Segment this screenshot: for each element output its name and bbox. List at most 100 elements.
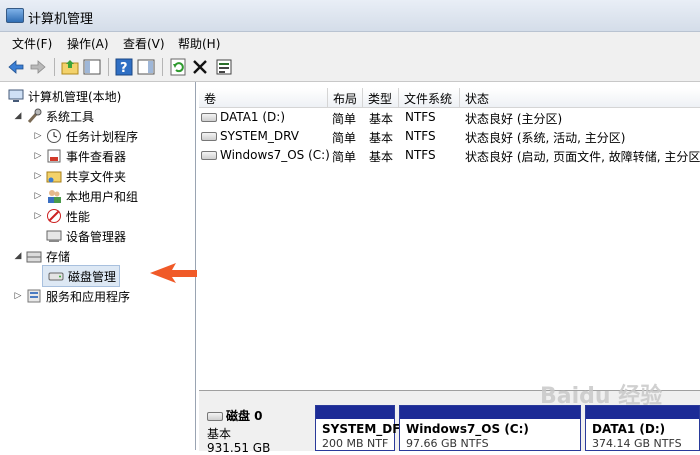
computer-management-icon [6, 8, 24, 23]
tree-label: 性能 [66, 209, 91, 224]
column-header-filesystem[interactable]: 文件系统 [399, 88, 460, 108]
volume-layout: 简单 [332, 112, 357, 126]
event-viewer-icon [46, 148, 62, 164]
svg-text:?: ? [120, 61, 128, 76]
partition-size: 374.14 GB NTFS [592, 437, 682, 450]
tree-label: 本地用户和组 [66, 189, 139, 204]
storage-icon [26, 248, 42, 264]
tree-label: 存储 [46, 249, 71, 264]
partition-d[interactable]: DATA1 (D:) 374.14 GB NTFS [585, 405, 700, 451]
window-title: 计算机管理 [28, 12, 94, 27]
expand-arrow-icon[interactable]: ▷ [32, 151, 44, 161]
tree-item-event-viewer[interactable]: ▷ 事件查看器 [32, 146, 126, 166]
partition-system[interactable]: SYSTEM_DF 200 MB NTF [315, 405, 401, 451]
tree-label: 共享文件夹 [66, 169, 127, 184]
expand-arrow-icon[interactable]: ▷ [32, 131, 44, 141]
clock-icon [46, 128, 62, 144]
collapse-arrow-icon[interactable]: ◢ [12, 111, 24, 121]
column-header-status[interactable]: 状态 [460, 88, 700, 108]
disk-info[interactable]: 磁盘 0 基本 931.51 GB [199, 403, 311, 455]
tree-item-storage[interactable]: ◢ 存储 [12, 246, 70, 266]
back-arrow-icon[interactable] [6, 57, 26, 77]
tree-item-computer-management[interactable]: 计算机管理(本地) [6, 86, 121, 106]
drive-icon [201, 113, 217, 122]
disk-label: 磁盘 0 [226, 409, 263, 423]
disk-management-icon [48, 268, 64, 284]
volume-row[interactable]: SYSTEM_DRV 简单 基本 NTFS 状态良好 (系统, 活动, 主分区) [201, 127, 700, 146]
volume-layout: 简单 [332, 131, 357, 145]
menu-bar: 文件(F) 操作(A) 查看(V) 帮助(H) [0, 32, 700, 53]
properties-icon[interactable] [214, 57, 234, 77]
menu-help[interactable]: 帮助(H) [178, 35, 220, 52]
tree-label: 系统工具 [46, 109, 95, 124]
column-header-type[interactable]: 类型 [363, 88, 399, 108]
tree-item-task-scheduler[interactable]: ▷ 任务计划程序 [32, 126, 138, 146]
volume-name: Windows7_OS (C:) [220, 148, 330, 162]
expand-arrow-icon[interactable]: ▷ [12, 291, 24, 301]
disk-size: 931.51 GB [207, 441, 271, 455]
menu-view[interactable]: 查看(V) [123, 35, 165, 52]
volume-type: 基本 [369, 112, 394, 126]
tree-item-system-tools[interactable]: ◢ 系统工具 [12, 106, 94, 126]
collapse-arrow-icon[interactable]: ◢ [12, 251, 24, 261]
tree-item-services-applications[interactable]: ▷ 服务和应用程序 [12, 286, 130, 306]
toolbar: ? [0, 53, 700, 82]
drive-icon [201, 151, 217, 160]
expand-arrow-icon[interactable]: ▷ [32, 191, 44, 201]
menu-file[interactable]: 文件(F) [12, 35, 52, 52]
expand-arrow-icon[interactable]: ▷ [32, 171, 44, 181]
tools-icon [26, 108, 42, 124]
up-folder-icon[interactable] [60, 57, 80, 77]
performance-icon [46, 208, 62, 224]
tree-label: 磁盘管理 [68, 269, 117, 284]
tree-label: 事件查看器 [66, 149, 127, 164]
tree-label: 服务和应用程序 [46, 289, 131, 304]
tree-label: 计算机管理(本地) [28, 89, 122, 104]
column-header-layout[interactable]: 布局 [328, 88, 363, 108]
volume-fs: NTFS [405, 129, 436, 143]
partition-size: 200 MB NTF [322, 437, 389, 450]
volume-layout: 简单 [332, 150, 357, 164]
partition-c[interactable]: Windows7_OS (C:) 97.66 GB NTFS [399, 405, 581, 451]
volume-type: 基本 [369, 131, 394, 145]
volume-status: 状态良好 (系统, 活动, 主分区) [465, 131, 626, 145]
services-icon [26, 288, 42, 304]
forward-arrow-icon[interactable] [28, 57, 48, 77]
partition-name: Windows7_OS (C:) [406, 422, 529, 436]
delete-x-icon[interactable] [190, 57, 210, 77]
partition-bar [316, 406, 394, 419]
tree-label: 设备管理器 [66, 229, 127, 244]
menu-action[interactable]: 操作(A) [67, 35, 109, 52]
volume-row[interactable]: Windows7_OS (C:) 简单 基本 NTFS 状态良好 (启动, 页面… [201, 146, 700, 165]
partition-size: 97.66 GB NTFS [406, 437, 489, 450]
show-hide-console-tree-icon[interactable] [82, 57, 102, 77]
volume-name: DATA1 (D:) [220, 110, 286, 124]
help-icon[interactable]: ? [114, 57, 134, 77]
volume-fs: NTFS [405, 148, 436, 162]
users-icon [46, 188, 62, 204]
device-manager-icon [46, 228, 62, 244]
partition-name: DATA1 (D:) [592, 422, 666, 436]
drive-icon [201, 132, 217, 141]
tree-item-local-users-groups[interactable]: ▷ 本地用户和组 [32, 186, 138, 206]
volume-status: 状态良好 (启动, 页面文件, 故障转储, 主分区) [465, 150, 700, 164]
title-bar: 计算机管理 [0, 0, 700, 32]
tree-item-disk-management[interactable]: 磁盘管理 [42, 265, 121, 287]
tree-label: 任务计划程序 [66, 129, 139, 144]
disk-type: 基本 [207, 427, 232, 441]
tree-item-device-manager[interactable]: 设备管理器 [44, 226, 126, 246]
tree-item-shared-folders[interactable]: ▷ 共享文件夹 [32, 166, 126, 186]
tree-item-performance[interactable]: ▷ 性能 [32, 206, 90, 226]
volume-type: 基本 [369, 150, 394, 164]
volume-row[interactable]: DATA1 (D:) 简单 基本 NTFS 状态良好 (主分区) [201, 108, 700, 127]
show-action-pane-icon[interactable] [136, 57, 156, 77]
shared-folder-icon [46, 168, 62, 184]
volume-name: SYSTEM_DRV [220, 129, 299, 143]
expand-arrow-icon[interactable]: ▷ [32, 211, 44, 221]
refresh-icon[interactable] [168, 57, 188, 77]
partition-name: SYSTEM_DF [322, 422, 401, 436]
column-header-volume[interactable]: 卷 [199, 88, 328, 108]
baidu-watermark: Baidu 经验 [540, 384, 663, 409]
disk-icon [207, 412, 223, 421]
computer-icon [8, 88, 24, 104]
